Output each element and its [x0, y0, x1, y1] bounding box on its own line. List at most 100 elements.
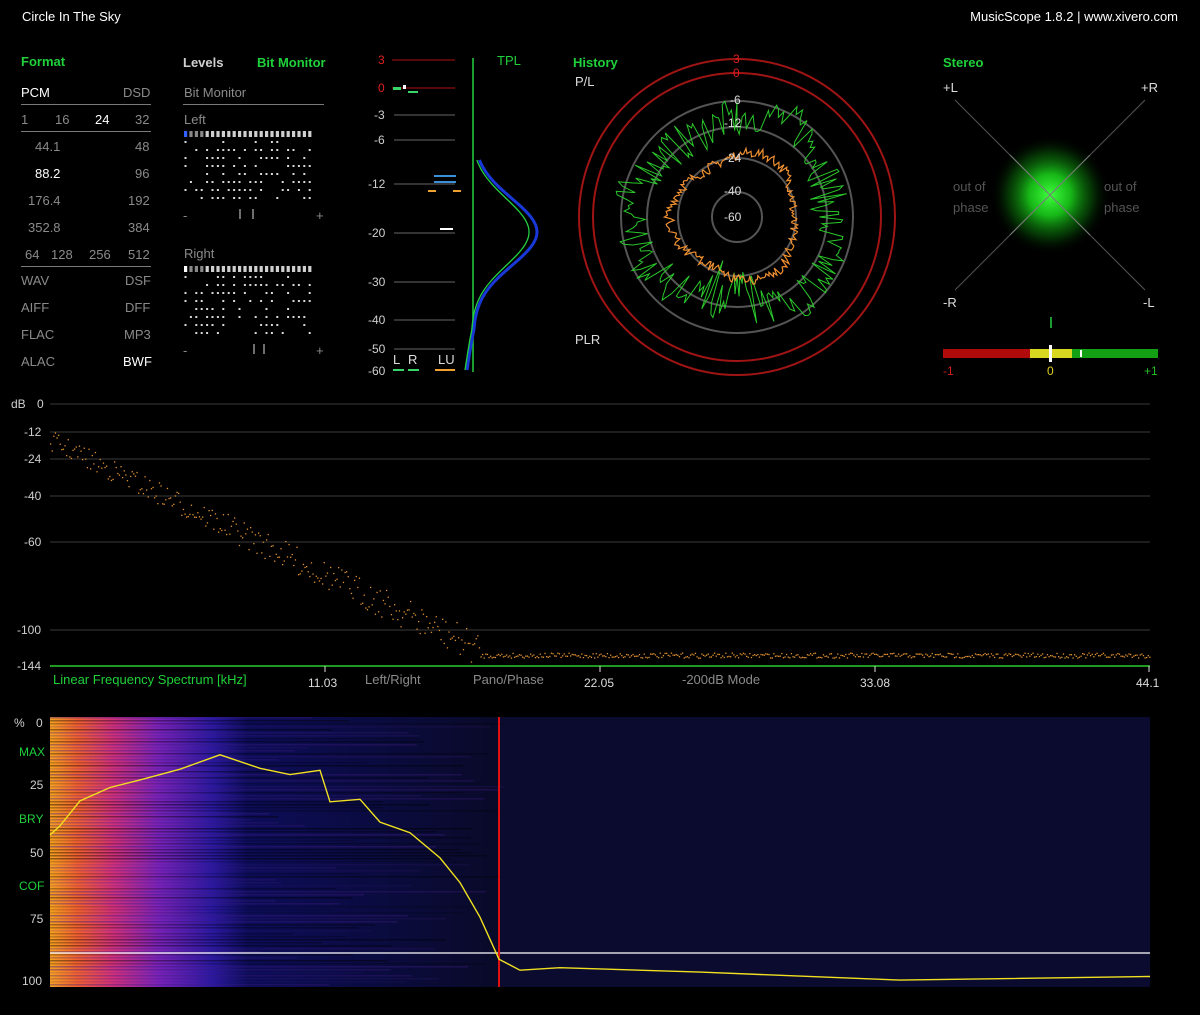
- spectrum-point: [250, 527, 252, 529]
- spectrum-point: [357, 586, 359, 589]
- spectrum-point: [941, 655, 943, 657]
- spectrum-point: [1050, 655, 1052, 657]
- spectrum-point: [840, 654, 842, 656]
- spectrum-point: [1082, 653, 1084, 655]
- spectrum-point: [1003, 654, 1005, 656]
- spectrum-point: [744, 653, 746, 655]
- spectrum-point: [878, 655, 881, 658]
- spectrum-point: [816, 657, 818, 659]
- meter-tick-m40: -40: [368, 313, 386, 327]
- mode-left-right-button[interactable]: Left/Right: [365, 672, 421, 687]
- spectrum-point: [814, 652, 817, 654]
- spectrum-xtick: 33.08: [860, 676, 891, 690]
- spectrum-point: [989, 656, 991, 658]
- spectrum-point: [1141, 653, 1143, 655]
- spectrum-point: [483, 657, 485, 659]
- spectrum-point: [701, 653, 703, 655]
- spectrum-point: [925, 653, 927, 655]
- spectrum-point: [1083, 653, 1085, 655]
- mode-200db-button[interactable]: -200dB Mode: [682, 672, 760, 687]
- spectrum-point: [568, 652, 570, 654]
- bit-dot: [189, 181, 192, 183]
- spectrum-point: [990, 653, 993, 655]
- spectrum-point: [261, 552, 263, 554]
- bit-dot: [265, 324, 268, 326]
- spectrum-point: [62, 448, 65, 450]
- bit-dot: [265, 284, 268, 286]
- spectrum-point: [522, 656, 524, 658]
- bit-dot: [292, 165, 295, 167]
- spectrum-point: [677, 654, 679, 656]
- spectrum-point: [318, 580, 321, 582]
- bit-dot: [238, 316, 241, 318]
- spectrum-mode-label[interactable]: Linear Frequency Spectrum [kHz]: [53, 672, 247, 687]
- spectrum-point: [136, 471, 138, 474]
- spectrum-point: [1088, 652, 1090, 654]
- spectrum-point: [296, 546, 298, 548]
- spectrum-point: [821, 657, 823, 659]
- spectrum-point: [102, 462, 105, 464]
- spectrum-point: [197, 512, 199, 514]
- spectrum-point: [1094, 653, 1097, 656]
- spectrum-point: [736, 654, 738, 657]
- spectrum-point: [859, 656, 861, 658]
- spectrum-point: [491, 657, 493, 659]
- spectrum-point: [211, 509, 213, 512]
- bit-dot: [254, 276, 257, 278]
- spectrum-point: [99, 458, 101, 461]
- bit-dot: [254, 332, 257, 334]
- bit-dot: [270, 292, 273, 294]
- tpl-distribution: [464, 58, 539, 372]
- spectrum-point: [1066, 656, 1068, 658]
- spectrum-point: [446, 647, 449, 649]
- spectrum-point: [288, 543, 290, 546]
- bit-dot: [243, 292, 246, 294]
- spectrum-point: [272, 545, 274, 547]
- bit-cell: [194, 131, 198, 137]
- spectrum-point: [784, 656, 786, 658]
- spectrum-point: [635, 655, 637, 657]
- spectrum-point: [301, 570, 303, 572]
- spectrum-point: [523, 657, 525, 659]
- spectrum-point: [907, 656, 909, 658]
- spectrum-point: [98, 466, 100, 468]
- spectrum-point: [992, 654, 994, 657]
- spectrum-point: [576, 655, 578, 657]
- spectrum-point: [510, 657, 513, 659]
- spectrum-point: [1120, 655, 1122, 657]
- spectrum-point: [1051, 655, 1053, 657]
- spectrum-point: [1078, 656, 1081, 658]
- spectrum-point: [934, 654, 937, 656]
- spectrum-point: [192, 514, 194, 516]
- spectrum-point: [965, 655, 967, 658]
- mode-pano-phase-button[interactable]: Pano/Phase: [473, 672, 544, 687]
- spectrum-point: [424, 632, 426, 634]
- spectrum-point: [246, 528, 249, 530]
- spectrum-point: [603, 655, 605, 657]
- bit-dot: [206, 181, 209, 183]
- bit-dot: [222, 284, 225, 286]
- bit-dot: [254, 141, 257, 143]
- bit-dot: [265, 173, 268, 175]
- spectrum-point: [464, 642, 466, 644]
- spectrum-point: [891, 653, 893, 655]
- spectrum-point: [530, 653, 532, 655]
- spectrum-xtick: 44.1: [1136, 676, 1160, 690]
- spectrum-point: [723, 656, 725, 659]
- spectrum-point: [667, 654, 669, 656]
- spectrum-point: [720, 657, 722, 659]
- spectrum-point: [277, 556, 279, 558]
- spectrum-point: [472, 644, 474, 646]
- spectrum-point: [774, 655, 777, 657]
- bit-cell: [216, 266, 220, 272]
- spectrum-point: [590, 656, 593, 658]
- spectrum-point: [1115, 654, 1117, 656]
- spectrum-point: [376, 591, 378, 594]
- spectrum-point: [365, 607, 367, 609]
- bit-monitor-left-grid: [184, 131, 312, 199]
- legend-lu-swatch: [435, 369, 455, 371]
- spectrum-point: [730, 656, 732, 658]
- bit-dot: [308, 284, 311, 286]
- spectrum-point: [336, 578, 338, 580]
- spectrum-point: [928, 656, 930, 658]
